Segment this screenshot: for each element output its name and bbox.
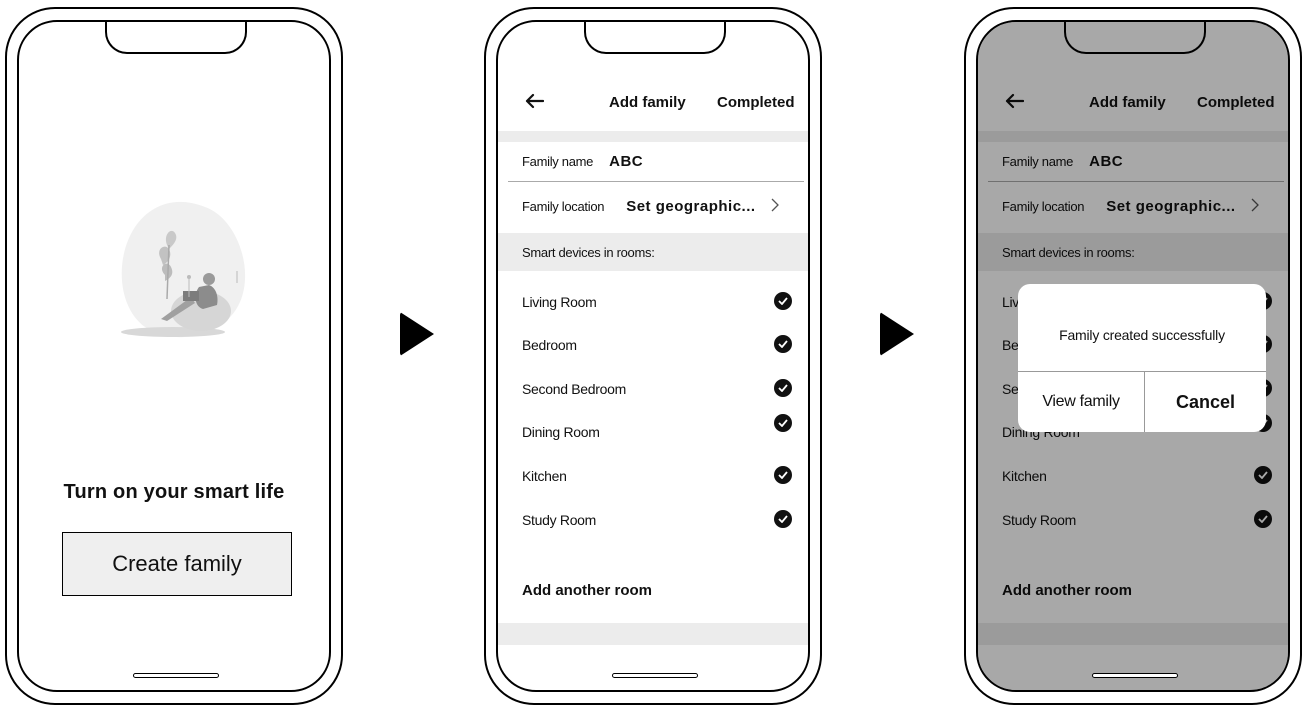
- rooms-header: Smart devices in rooms:: [498, 233, 808, 271]
- home-indicator: [612, 673, 698, 678]
- room-item-second-bedroom[interactable]: Second Bedroom: [522, 377, 792, 401]
- room-item-kitchen[interactable]: Kitchen: [522, 464, 792, 488]
- room-item-study-room[interactable]: Study Room: [522, 508, 792, 532]
- family-name-row[interactable]: Family name ABC: [522, 141, 792, 181]
- chevron-right-icon: [771, 198, 779, 212]
- checkmark-icon[interactable]: [774, 379, 792, 397]
- phone-frame-add-family: Add family Completed Family name ABC Fam…: [484, 7, 822, 705]
- top-bar: Add family Completed: [498, 87, 808, 117]
- checkmark-icon[interactable]: [774, 510, 792, 528]
- family-location-value: Set geographic...: [626, 197, 756, 215]
- welcome-screen: Turn on your smart life Create family: [17, 20, 331, 692]
- room-name: Second Bedroom: [522, 381, 626, 397]
- checkmark-icon[interactable]: [774, 335, 792, 353]
- phone-notch: [1064, 22, 1206, 54]
- dialog-message: Family created successfully: [1059, 327, 1225, 343]
- room-name: Kitchen: [522, 468, 567, 484]
- checkmark-icon[interactable]: [774, 466, 792, 484]
- phone-notch: [105, 22, 247, 54]
- room-name: Living Room: [522, 294, 597, 310]
- tagline: Turn on your smart life: [63, 481, 285, 503]
- room-item-bedroom[interactable]: Bedroom: [522, 333, 792, 357]
- cancel-button[interactable]: Cancel: [1145, 372, 1266, 432]
- checkmark-icon[interactable]: [774, 414, 792, 432]
- back-arrow-icon[interactable]: [524, 93, 544, 109]
- phone-frame-welcome: Turn on your smart life Create family: [5, 7, 343, 705]
- checkmark-icon[interactable]: [774, 292, 792, 310]
- add-family-screen: Add family Completed Family name ABC Fam…: [496, 20, 810, 692]
- home-indicator: [1092, 673, 1178, 678]
- row-divider: [508, 181, 804, 182]
- create-family-button[interactable]: Create family: [62, 532, 292, 596]
- home-indicator: [133, 673, 219, 678]
- next-arrow-icon: [400, 312, 434, 356]
- success-dialog: Family created successfully View family …: [1018, 284, 1266, 432]
- family-location-row[interactable]: Family location Set geographic...: [522, 186, 792, 226]
- completed-button[interactable]: Completed: [717, 94, 795, 111]
- room-name: Bedroom: [522, 337, 577, 353]
- rooms-header-label: Smart devices in rooms:: [522, 245, 655, 260]
- family-location-label: Family location: [522, 198, 605, 214]
- view-family-button[interactable]: View family: [1018, 372, 1144, 432]
- add-family-content: Add family Completed Family name ABC Fam…: [498, 22, 808, 690]
- next-arrow-icon: [880, 312, 914, 356]
- room-item-dining-room[interactable]: Dining Room: [522, 414, 792, 444]
- room-item-living-room[interactable]: Living Room: [522, 290, 792, 314]
- dialog-screen: Add family Completed Family name ABC Fam…: [976, 20, 1290, 692]
- add-another-room-button[interactable]: Add another room: [522, 582, 652, 599]
- section-divider: [498, 623, 808, 645]
- person-on-beanbag-illustration: [121, 201, 246, 338]
- family-name-value: ABC: [609, 152, 644, 170]
- room-name: Study Room: [522, 512, 597, 528]
- family-name-label: Family name: [522, 153, 594, 169]
- phone-frame-dialog: Add family Completed Family name ABC Fam…: [964, 7, 1302, 705]
- phone-notch: [584, 22, 726, 54]
- room-name: Dining Room: [522, 424, 600, 440]
- page-title: Add family: [609, 94, 686, 111]
